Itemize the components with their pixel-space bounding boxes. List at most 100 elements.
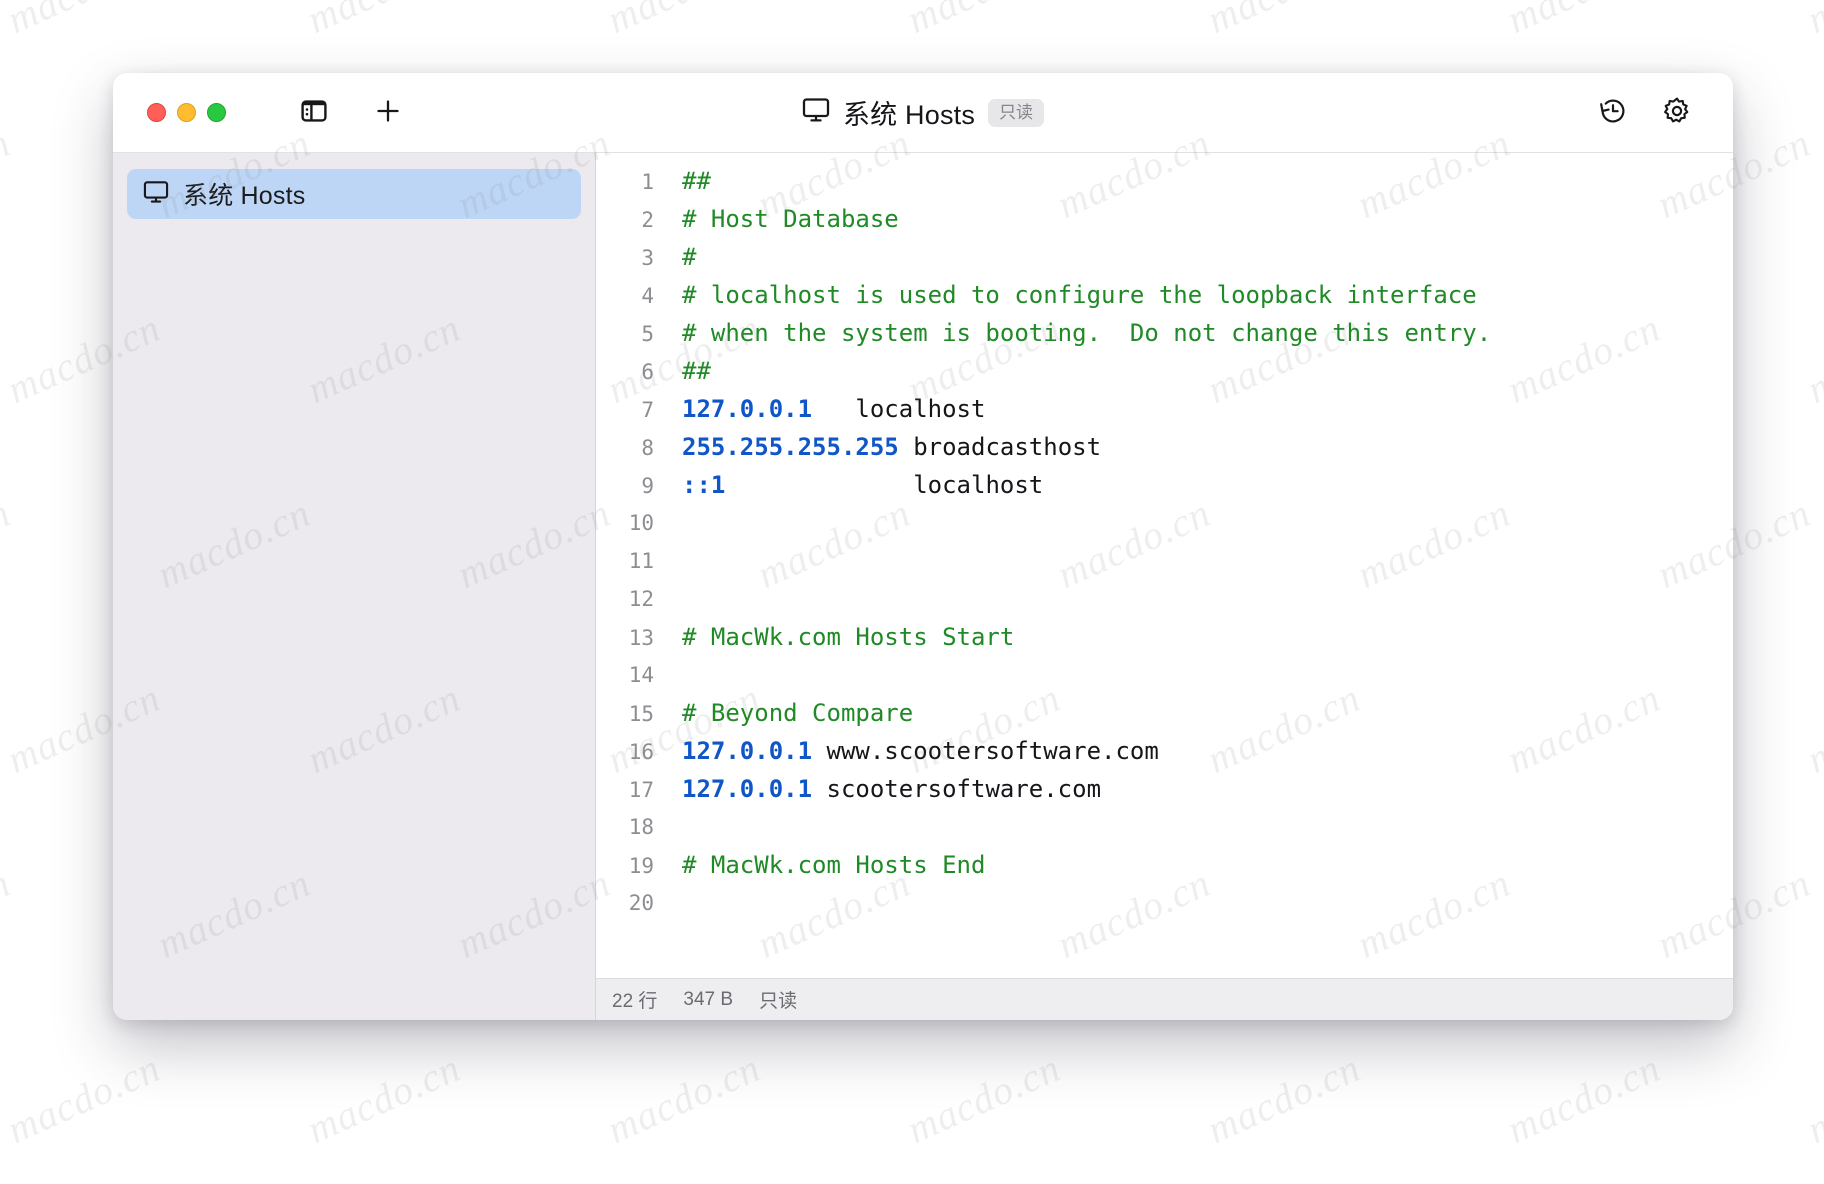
line-number: 18 xyxy=(628,815,654,839)
code-line-text: # MacWk.com Hosts End xyxy=(654,846,985,884)
watermark-text: macdo.cn xyxy=(1800,304,1824,413)
watermark-text: macdo.cn xyxy=(0,489,18,598)
code-editor[interactable]: 1 ## 2 # Host Database 3 #4 # localhost is use… xyxy=(596,153,1733,978)
watermark-text: macdo.cn xyxy=(0,119,18,228)
new-tab-wrapper xyxy=(368,93,408,133)
status-bar: 22 行 347 B 只读 xyxy=(596,978,1733,1020)
watermark-text: macdo.cn xyxy=(1800,0,1824,43)
plus-icon xyxy=(375,98,401,127)
watermark-text: macdo.cn xyxy=(1500,1044,1668,1153)
watermark-text: macdo.cn xyxy=(0,0,167,43)
token-comment: # MacWk.com Hosts Start xyxy=(682,623,1015,651)
code-line: 13 # MacWk.com Hosts Start xyxy=(596,618,1733,656)
code-line-text: 127.0.0.1 scootersoftware.com xyxy=(654,770,1101,808)
token-ip: 127.0.0.1 xyxy=(682,395,813,423)
token-host: www.scootersoftware.com xyxy=(812,737,1159,765)
code-line: 18 xyxy=(596,808,1733,846)
line-number: 19 xyxy=(628,854,654,878)
code-line-text: 255.255.255.255 broadcasthost xyxy=(654,428,1101,466)
sidebar-item-system-hosts[interactable]: 系统 Hosts xyxy=(127,169,581,219)
line-number: 17 xyxy=(628,778,654,802)
watermark-text: macdo.cn xyxy=(300,0,467,43)
sidebar-toggle-icon xyxy=(301,100,327,125)
code-line: 3 # xyxy=(596,238,1733,276)
code-line-text: ## xyxy=(654,162,711,200)
display-monitor-icon xyxy=(143,180,169,209)
watermark-text: macdo.cn xyxy=(600,1044,768,1153)
code-line: 15 # Beyond Compare xyxy=(596,694,1733,732)
close-window-button[interactable] xyxy=(147,103,166,122)
token-comment: ## xyxy=(682,167,711,195)
new-tab-button[interactable] xyxy=(368,93,408,133)
line-number: 8 xyxy=(641,436,654,460)
code-line: 9::1 localhost xyxy=(596,466,1733,504)
watermark-text: macdo.cn xyxy=(0,859,18,968)
watermark-text: macdo.cn xyxy=(1200,1044,1368,1153)
token-comment: # MacWk.com Hosts End xyxy=(682,851,986,879)
token-host: scootersoftware.com xyxy=(812,775,1102,803)
line-number: 20 xyxy=(628,891,654,915)
line-number: 5 xyxy=(641,322,654,346)
code-line: 5 # when the system is booting. Do not ch… xyxy=(596,314,1733,352)
window-title: 系统 Hosts xyxy=(842,100,976,130)
code-line: 6 ## xyxy=(596,352,1733,390)
watermark-text: macdo.cn xyxy=(600,0,767,43)
code-line: 19 # MacWk.com Hosts End xyxy=(596,846,1733,884)
code-line-text: 127.0.0.1 www.scootersoftware.com xyxy=(654,732,1159,770)
code-line-text: # MacWk.com Hosts Start xyxy=(654,618,1014,656)
code-line: 1 ## xyxy=(596,162,1733,200)
token-comment: ## xyxy=(682,357,711,385)
token-ip: 127.0.0.1 xyxy=(682,737,813,765)
code-line-text: # when the system is booting. Do not cha… xyxy=(654,314,1491,352)
token-comment: # xyxy=(682,243,697,271)
watermark-text: macdo.cn xyxy=(1800,1044,1824,1153)
token-comment: # Beyond Compare xyxy=(682,699,914,727)
watermark-text: macdo.cn xyxy=(300,1044,468,1153)
code-line: 4 # localhost is used to configure the lo… xyxy=(596,276,1733,314)
watermark-text: macdo.cn xyxy=(1500,0,1667,43)
code-line-text: 127.0.0.1 localhost xyxy=(654,390,985,428)
code-line-text: ::1 localhost xyxy=(654,466,1043,504)
code-line: 11 xyxy=(596,542,1733,580)
settings-button[interactable] xyxy=(1657,93,1697,133)
line-number: 6 xyxy=(641,360,654,384)
history-button[interactable] xyxy=(1593,93,1633,133)
token-comment: # when the system is booting. Do not cha… xyxy=(682,319,1492,347)
sidebar-item-label: 系统 Hosts xyxy=(183,182,306,210)
app-window: 系统 Hosts 只读 系统 Hosts 1 ## 2 # Host Datab… xyxy=(113,73,1733,1020)
token-comment: # localhost is used to configure the loo… xyxy=(682,281,1477,309)
titlebar: 系统 Hosts 只读 xyxy=(113,73,1733,153)
line-number: 11 xyxy=(628,549,654,573)
window-title-group: 系统 Hosts 只读 xyxy=(113,73,1733,152)
code-line: 7 127.0.0.1 localhost xyxy=(596,390,1733,428)
line-number: 15 xyxy=(628,702,654,726)
code-line: 2 # Host Database xyxy=(596,200,1733,238)
maximize-window-button[interactable] xyxy=(207,103,226,122)
line-number: 2 xyxy=(641,208,654,232)
token-ip: ::1 xyxy=(682,471,726,499)
status-mode: 只读 xyxy=(759,991,798,1012)
code-line: 12 xyxy=(596,580,1733,618)
token-ip: 127.0.0.1 xyxy=(682,775,813,803)
code-line-text: # Host Database xyxy=(654,200,899,238)
code-line: 10 xyxy=(596,504,1733,542)
line-number: 16 xyxy=(628,740,654,764)
line-number: 12 xyxy=(628,587,654,611)
minimize-window-button[interactable] xyxy=(177,103,196,122)
traffic-light-group xyxy=(147,103,226,122)
line-number: 7 xyxy=(641,398,654,422)
titlebar-actions xyxy=(1593,93,1705,133)
line-number: 9 xyxy=(641,474,654,498)
line-number: 14 xyxy=(628,663,654,687)
code-line-text: # Beyond Compare xyxy=(654,694,913,732)
code-line-text: # xyxy=(654,238,696,276)
gear-icon xyxy=(1662,96,1692,129)
history-clock-icon xyxy=(1598,96,1628,129)
status-byte-size: 347 B xyxy=(683,988,734,1010)
sidebar-toggle-button[interactable] xyxy=(294,93,334,133)
code-line: 16 127.0.0.1 www.scootersoftware.com xyxy=(596,732,1733,770)
watermark-text: macdo.cn xyxy=(900,0,1067,43)
token-host: localhost xyxy=(812,395,986,423)
readonly-badge: 只读 xyxy=(988,98,1045,127)
watermark-text: macdo.cn xyxy=(1200,0,1367,43)
